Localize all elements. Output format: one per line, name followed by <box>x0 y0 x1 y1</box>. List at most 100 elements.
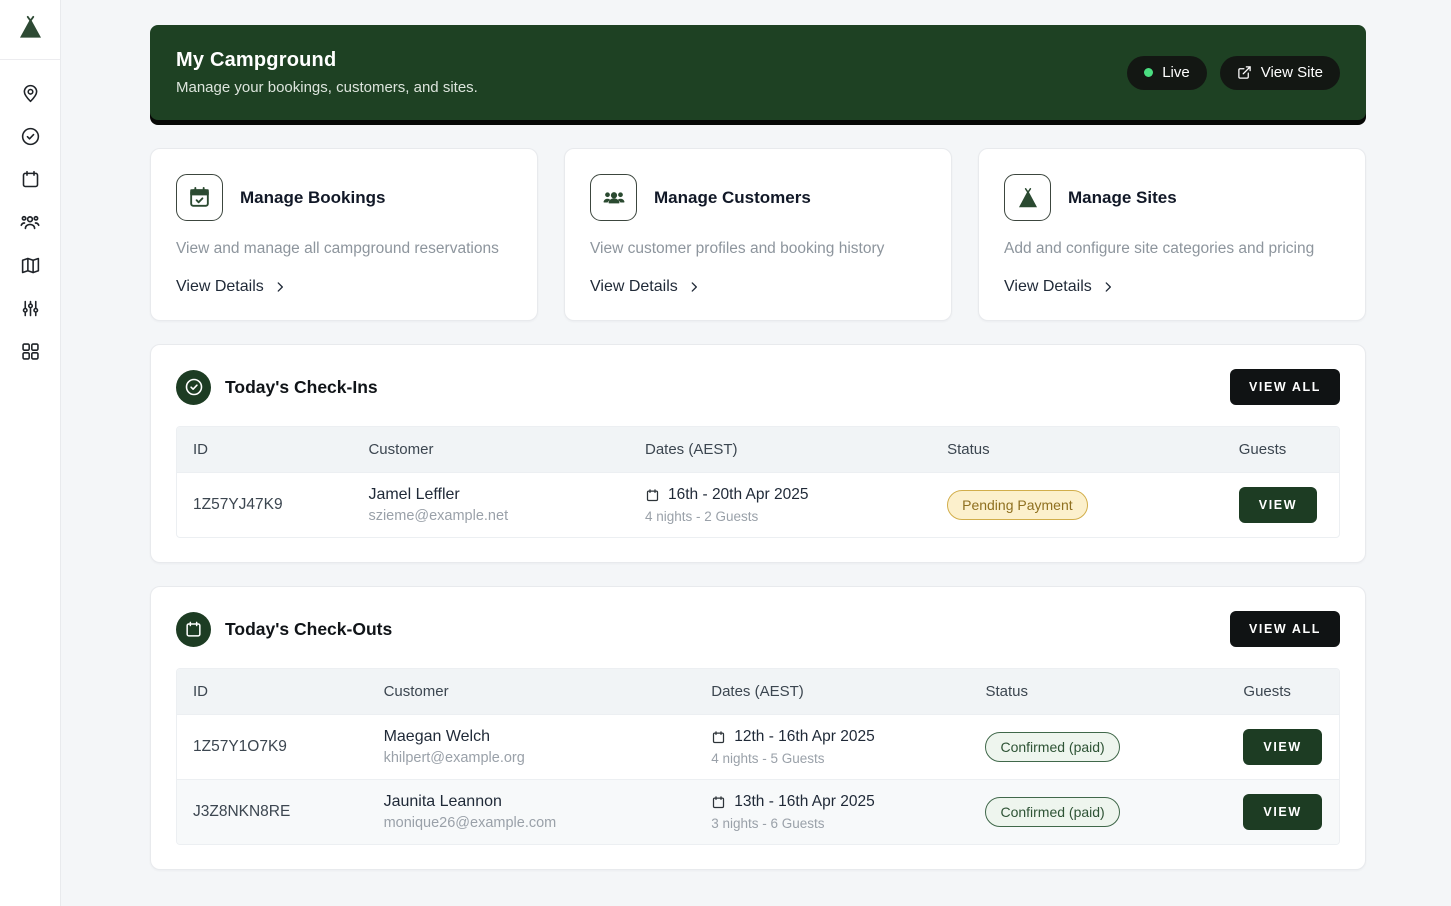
card-title: Manage Bookings <box>240 188 385 208</box>
stay-details: 4 nights - 5 Guests <box>711 751 953 766</box>
sidebar <box>0 0 61 906</box>
col-dates: Dates (AEST) <box>695 669 969 715</box>
view-details-link-bookings[interactable]: View Details <box>176 278 287 296</box>
date-range: 12th - 16th Apr 2025 <box>734 728 874 746</box>
calendar-icon <box>645 488 660 503</box>
dates-cell: 12th - 16th Apr 2025 4 nights - 5 Guests <box>695 715 969 780</box>
customer-email: khilpert@example.org <box>384 750 680 766</box>
table-row: 1Z57YJ47K9 Jamel Leffler szieme@example.… <box>177 473 1339 538</box>
card-title: Manage Customers <box>654 188 811 208</box>
view-details-label: View Details <box>1004 278 1092 296</box>
chevron-right-icon <box>1101 280 1115 294</box>
calendar-icon <box>176 612 211 647</box>
sidebar-item-categories[interactable] <box>9 332 52 375</box>
customer-email: monique26@example.com <box>384 815 680 831</box>
customer-name: Jamel Leffler <box>368 486 613 504</box>
external-link-icon <box>1237 65 1252 80</box>
checkouts-table: ID Customer Dates (AEST) Status Guests 1… <box>176 668 1340 845</box>
view-booking-button[interactable]: VIEW <box>1239 487 1317 523</box>
calendar-check-icon <box>176 174 223 221</box>
table-row: 1Z57Y1O7K9 Maegan Welch khilpert@example… <box>177 715 1339 780</box>
checkins-title: Today's Check-Ins <box>225 377 378 398</box>
booking-id: 1Z57Y1O7K9 <box>177 715 368 780</box>
checkouts-title: Today's Check-Outs <box>225 619 392 640</box>
view-site-label: View Site <box>1261 64 1323 81</box>
main-content: My Campground Manage your bookings, cust… <box>61 0 1451 870</box>
checkouts-view-all-button[interactable]: VIEW ALL <box>1230 611 1340 647</box>
card-header: Manage Customers <box>590 174 926 221</box>
tent-icon <box>1004 174 1051 221</box>
view-details-link-customers[interactable]: View Details <box>590 278 701 296</box>
action-cell: VIEW <box>1223 473 1339 538</box>
map-icon <box>20 255 41 281</box>
col-id: ID <box>177 427 352 473</box>
action-cell: VIEW <box>1227 780 1339 845</box>
col-dates: Dates (AEST) <box>629 427 931 473</box>
checkouts-header: Today's Check-Outs VIEW ALL <box>176 611 1340 647</box>
stay-details: 4 nights - 2 Guests <box>645 509 915 524</box>
view-booking-button[interactable]: VIEW <box>1243 729 1321 765</box>
checkins-table: ID Customer Dates (AEST) Status Guests 1… <box>176 426 1340 538</box>
status-cell: Confirmed (paid) <box>969 715 1227 780</box>
dates-cell: 16th - 20th Apr 2025 4 nights - 2 Guests <box>629 473 931 538</box>
tent-icon <box>17 14 44 46</box>
date-range: 16th - 20th Apr 2025 <box>668 486 808 504</box>
checkins-header: Today's Check-Ins VIEW ALL <box>176 369 1340 405</box>
table-header-row: ID Customer Dates (AEST) Status Guests <box>177 669 1339 715</box>
card-description: View and manage all campground reservati… <box>176 240 512 258</box>
action-cell: VIEW <box>1227 715 1339 780</box>
status-cell: Pending Payment <box>931 473 1223 538</box>
sidebar-item-filters[interactable] <box>9 289 52 332</box>
stay-details: 3 nights - 6 Guests <box>711 816 953 831</box>
view-details-link-sites[interactable]: View Details <box>1004 278 1115 296</box>
app-logo <box>0 0 60 60</box>
card-header: Manage Bookings <box>176 174 512 221</box>
banner-actions: Live View Site <box>1127 56 1340 90</box>
page-subtitle: Manage your bookings, customers, and sit… <box>176 79 478 96</box>
col-customer: Customer <box>352 427 629 473</box>
customer-email: szieme@example.net <box>368 508 613 524</box>
checkins-view-all-button[interactable]: VIEW ALL <box>1230 369 1340 405</box>
view-site-button[interactable]: View Site <box>1220 56 1340 90</box>
customer-cell: Jaunita Leannon monique26@example.com <box>368 780 696 845</box>
card-manage-sites: Manage Sites Add and configure site cate… <box>978 148 1366 321</box>
sidebar-item-customers[interactable] <box>9 203 52 246</box>
map-pin-icon <box>20 83 41 109</box>
col-status: Status <box>931 427 1223 473</box>
table-row: J3Z8NKN8RE Jaunita Leannon monique26@exa… <box>177 780 1339 845</box>
date-range: 13th - 16th Apr 2025 <box>734 793 874 811</box>
live-dot-icon <box>1144 68 1153 77</box>
card-manage-bookings: Manage Bookings View and manage all camp… <box>150 148 538 321</box>
checkins-panel: Today's Check-Ins VIEW ALL ID Customer D… <box>150 344 1366 563</box>
status-badge: Confirmed (paid) <box>985 797 1119 827</box>
chevron-right-icon <box>273 280 287 294</box>
table-header-row: ID Customer Dates (AEST) Status Guests <box>177 427 1339 473</box>
view-booking-button[interactable]: VIEW <box>1243 794 1321 830</box>
col-guests: Guests <box>1227 669 1339 715</box>
live-status-badge: Live <box>1127 56 1207 90</box>
col-customer: Customer <box>368 669 696 715</box>
sidebar-item-bookings[interactable] <box>9 160 52 203</box>
col-status: Status <box>969 669 1227 715</box>
circle-check-icon <box>176 370 211 405</box>
customer-cell: Jamel Leffler szieme@example.net <box>352 473 629 538</box>
card-manage-customers: Manage Customers View customer profiles … <box>564 148 952 321</box>
booking-id: 1Z57YJ47K9 <box>177 473 352 538</box>
banner-text: My Campground Manage your bookings, cust… <box>176 49 478 96</box>
col-id: ID <box>177 669 368 715</box>
sidebar-item-location[interactable] <box>9 74 52 117</box>
col-guests: Guests <box>1223 427 1339 473</box>
card-header: Manage Sites <box>1004 174 1340 221</box>
grid-icon <box>20 341 41 367</box>
calendar-icon <box>20 169 41 195</box>
status-badge: Pending Payment <box>947 490 1088 520</box>
sidebar-nav <box>0 60 60 375</box>
booking-id: J3Z8NKN8RE <box>177 780 368 845</box>
users-icon <box>19 211 41 238</box>
feature-cards: Manage Bookings View and manage all camp… <box>150 148 1366 321</box>
sidebar-item-map[interactable] <box>9 246 52 289</box>
status-badge: Confirmed (paid) <box>985 732 1119 762</box>
customer-name: Jaunita Leannon <box>384 793 680 811</box>
card-title: Manage Sites <box>1068 188 1177 208</box>
sidebar-item-checkins[interactable] <box>9 117 52 160</box>
